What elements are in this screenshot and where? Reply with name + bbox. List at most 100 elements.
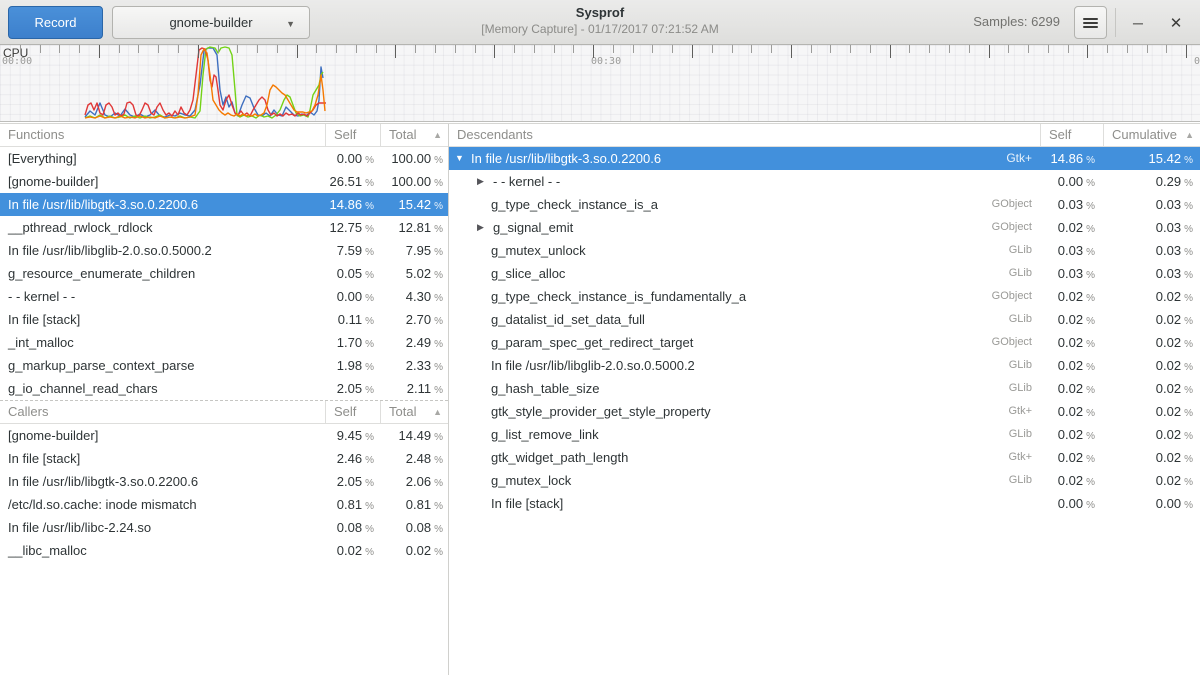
table-row[interactable]: In file /usr/lib/libc-2.24.so0.08%0.08%: [0, 516, 448, 539]
column-header-descendants[interactable]: Descendants: [449, 124, 1040, 146]
function-name: __libc_malloc: [0, 539, 325, 562]
percent-value: 15.42%: [380, 193, 448, 216]
ruler-tick: [593, 45, 594, 58]
column-header-self[interactable]: Self: [325, 124, 380, 146]
ruler-tick: [1028, 45, 1029, 53]
tree-row[interactable]: g_slice_allocGLib0.03%0.03%: [449, 262, 1200, 285]
tree-row[interactable]: ▼In file /usr/lib/libgtk-3.so.0.2200.6Gt…: [449, 147, 1200, 170]
ruler-tick: [1147, 45, 1148, 53]
tree-row[interactable]: ▶- - kernel - -0.00%0.29%: [449, 170, 1200, 193]
tree-row[interactable]: In file [stack]0.00%0.00%: [449, 492, 1200, 515]
percent-value: 0.02%: [1103, 423, 1200, 446]
ruler-tick: [1166, 45, 1167, 53]
table-row[interactable]: g_resource_enumerate_children0.05%5.02%: [0, 262, 448, 285]
percent-value: 2.48%: [380, 447, 448, 470]
function-name: g_markup_parse_context_parse: [0, 354, 325, 377]
column-header-self[interactable]: Self: [325, 401, 380, 423]
ruler-tick: [138, 45, 139, 53]
table-row[interactable]: In file /usr/lib/libglib-2.0.so.0.5000.2…: [0, 239, 448, 262]
ruler-tick: [376, 45, 377, 53]
table-row[interactable]: In file [stack]2.46%2.48%: [0, 447, 448, 470]
tree-row[interactable]: g_param_spec_get_redirect_targetGObject0…: [449, 331, 1200, 354]
close-button[interactable]: ✕: [1156, 0, 1196, 45]
table-row[interactable]: _int_malloc1.70%2.49%: [0, 331, 448, 354]
descendant-name: ▶- - kernel - -: [449, 170, 1040, 193]
percent-value: 0.11%: [325, 308, 380, 331]
tree-row[interactable]: ▶g_signal_emitGObject0.02%0.03%: [449, 216, 1200, 239]
ruler-tick: [554, 45, 555, 53]
column-header-cumulative[interactable]: Cumulative ▲: [1103, 124, 1200, 146]
ruler-tick: [435, 45, 436, 53]
table-row[interactable]: g_markup_parse_context_parse1.98%2.33%: [0, 354, 448, 377]
percent-value: 2.70%: [380, 308, 448, 331]
functions-table: Functions Self Total ▲ [Everything]0.00%…: [0, 124, 448, 400]
percent-value: 0.05%: [325, 262, 380, 285]
tree-row[interactable]: gtk_widget_path_lengthGtk+0.02%0.02%: [449, 446, 1200, 469]
menu-button[interactable]: [1074, 6, 1107, 39]
ruler-tick: [20, 45, 21, 53]
expander-spacer: [477, 400, 491, 423]
process-selector-label: gnome-builder: [169, 15, 252, 30]
percent-value: 0.02%: [1040, 308, 1103, 331]
expander-spacer: [477, 285, 491, 308]
ruler-tick: [732, 45, 733, 53]
tree-row[interactable]: g_type_check_instance_is_aGObject0.03%0.…: [449, 193, 1200, 216]
window-subtitle: [Memory Capture] - 01/17/2017 07:21:52 A…: [400, 22, 800, 36]
ruler-tick: [40, 45, 41, 53]
ruler-tick: [1068, 45, 1069, 53]
time-label: 00:00: [2, 56, 32, 67]
expander-closed-icon[interactable]: ▶: [477, 216, 493, 239]
column-header-total[interactable]: Total ▲: [380, 124, 448, 146]
table-row[interactable]: __libc_malloc0.02%0.02%: [0, 539, 448, 562]
descendant-name: g_type_check_instance_is_fundamentally_a…: [449, 285, 1040, 308]
descendants-pane: Descendants Self Cumulative ▲ ▼In file /…: [449, 124, 1200, 675]
table-row[interactable]: /etc/ld.so.cache: inode mismatch0.81%0.8…: [0, 493, 448, 516]
tree-row[interactable]: g_mutex_unlockGLib0.03%0.03%: [449, 239, 1200, 262]
percent-value: 100.00%: [380, 147, 448, 170]
table-row[interactable]: __pthread_rwlock_rdlock12.75%12.81%: [0, 216, 448, 239]
table-row[interactable]: In file [stack]0.11%2.70%: [0, 308, 448, 331]
table-row[interactable]: g_io_channel_read_chars2.05%2.11%: [0, 377, 448, 400]
table-row[interactable]: [gnome-builder]9.45%14.49%: [0, 424, 448, 447]
minimize-button[interactable]: ─: [1118, 0, 1158, 45]
function-name: - - kernel - -: [0, 285, 325, 308]
percent-value: 0.00%: [325, 147, 380, 170]
tree-row[interactable]: g_hash_table_sizeGLib0.02%0.02%: [449, 377, 1200, 400]
function-name: In file /usr/lib/libc-2.24.so: [0, 516, 325, 539]
function-name: g_resource_enumerate_children: [0, 262, 325, 285]
column-header-callers[interactable]: Callers: [0, 401, 325, 423]
process-selector[interactable]: gnome-builder ▼: [112, 6, 310, 39]
table-row[interactable]: In file /usr/lib/libgtk-3.so.0.2200.614.…: [0, 193, 448, 216]
tree-row[interactable]: g_datalist_id_set_data_fullGLib0.02%0.02…: [449, 308, 1200, 331]
tree-row[interactable]: In file /usr/lib/libglib-2.0.so.0.5000.2…: [449, 354, 1200, 377]
function-name: __pthread_rwlock_rdlock: [0, 216, 325, 239]
tree-row[interactable]: g_mutex_lockGLib0.02%0.02%: [449, 469, 1200, 492]
ruler-tick: [316, 45, 317, 53]
expander-closed-icon[interactable]: ▶: [477, 170, 493, 193]
column-header-self[interactable]: Self: [1040, 124, 1103, 146]
percent-value: 0.03%: [1103, 262, 1200, 285]
record-button[interactable]: Record: [8, 6, 103, 39]
tree-row[interactable]: g_type_check_instance_is_fundamentally_a…: [449, 285, 1200, 308]
percent-value: 0.02%: [1040, 400, 1103, 423]
cpu-graph[interactable]: CPU 00:0000:3001:00: [0, 45, 1200, 122]
function-name: In file /usr/lib/libgtk-3.so.0.2200.6: [0, 470, 325, 493]
tree-row[interactable]: gtk_style_provider_get_style_propertyGtk…: [449, 400, 1200, 423]
table-row[interactable]: [Everything]0.00%100.00%: [0, 147, 448, 170]
ruler-tick: [1127, 45, 1128, 53]
ruler-tick: [59, 45, 60, 53]
expander-spacer: [477, 239, 491, 262]
table-row[interactable]: [gnome-builder]26.51%100.00%: [0, 170, 448, 193]
expander-open-icon[interactable]: ▼: [455, 147, 471, 170]
percent-value: 1.70%: [325, 331, 380, 354]
tree-row[interactable]: g_list_remove_linkGLib0.02%0.02%: [449, 423, 1200, 446]
table-row[interactable]: - - kernel - -0.00%4.30%: [0, 285, 448, 308]
cpu-blue-line: [85, 48, 323, 117]
descendant-name: g_param_spec_get_redirect_targetGObject: [449, 331, 1040, 354]
table-row[interactable]: In file /usr/lib/libgtk-3.so.0.2200.62.0…: [0, 470, 448, 493]
ruler-tick: [712, 45, 713, 53]
descendant-name: ▶g_signal_emitGObject: [449, 216, 1040, 239]
column-header-functions[interactable]: Functions: [0, 124, 325, 146]
column-header-total[interactable]: Total ▲: [380, 401, 448, 423]
ruler-tick: [237, 45, 238, 53]
